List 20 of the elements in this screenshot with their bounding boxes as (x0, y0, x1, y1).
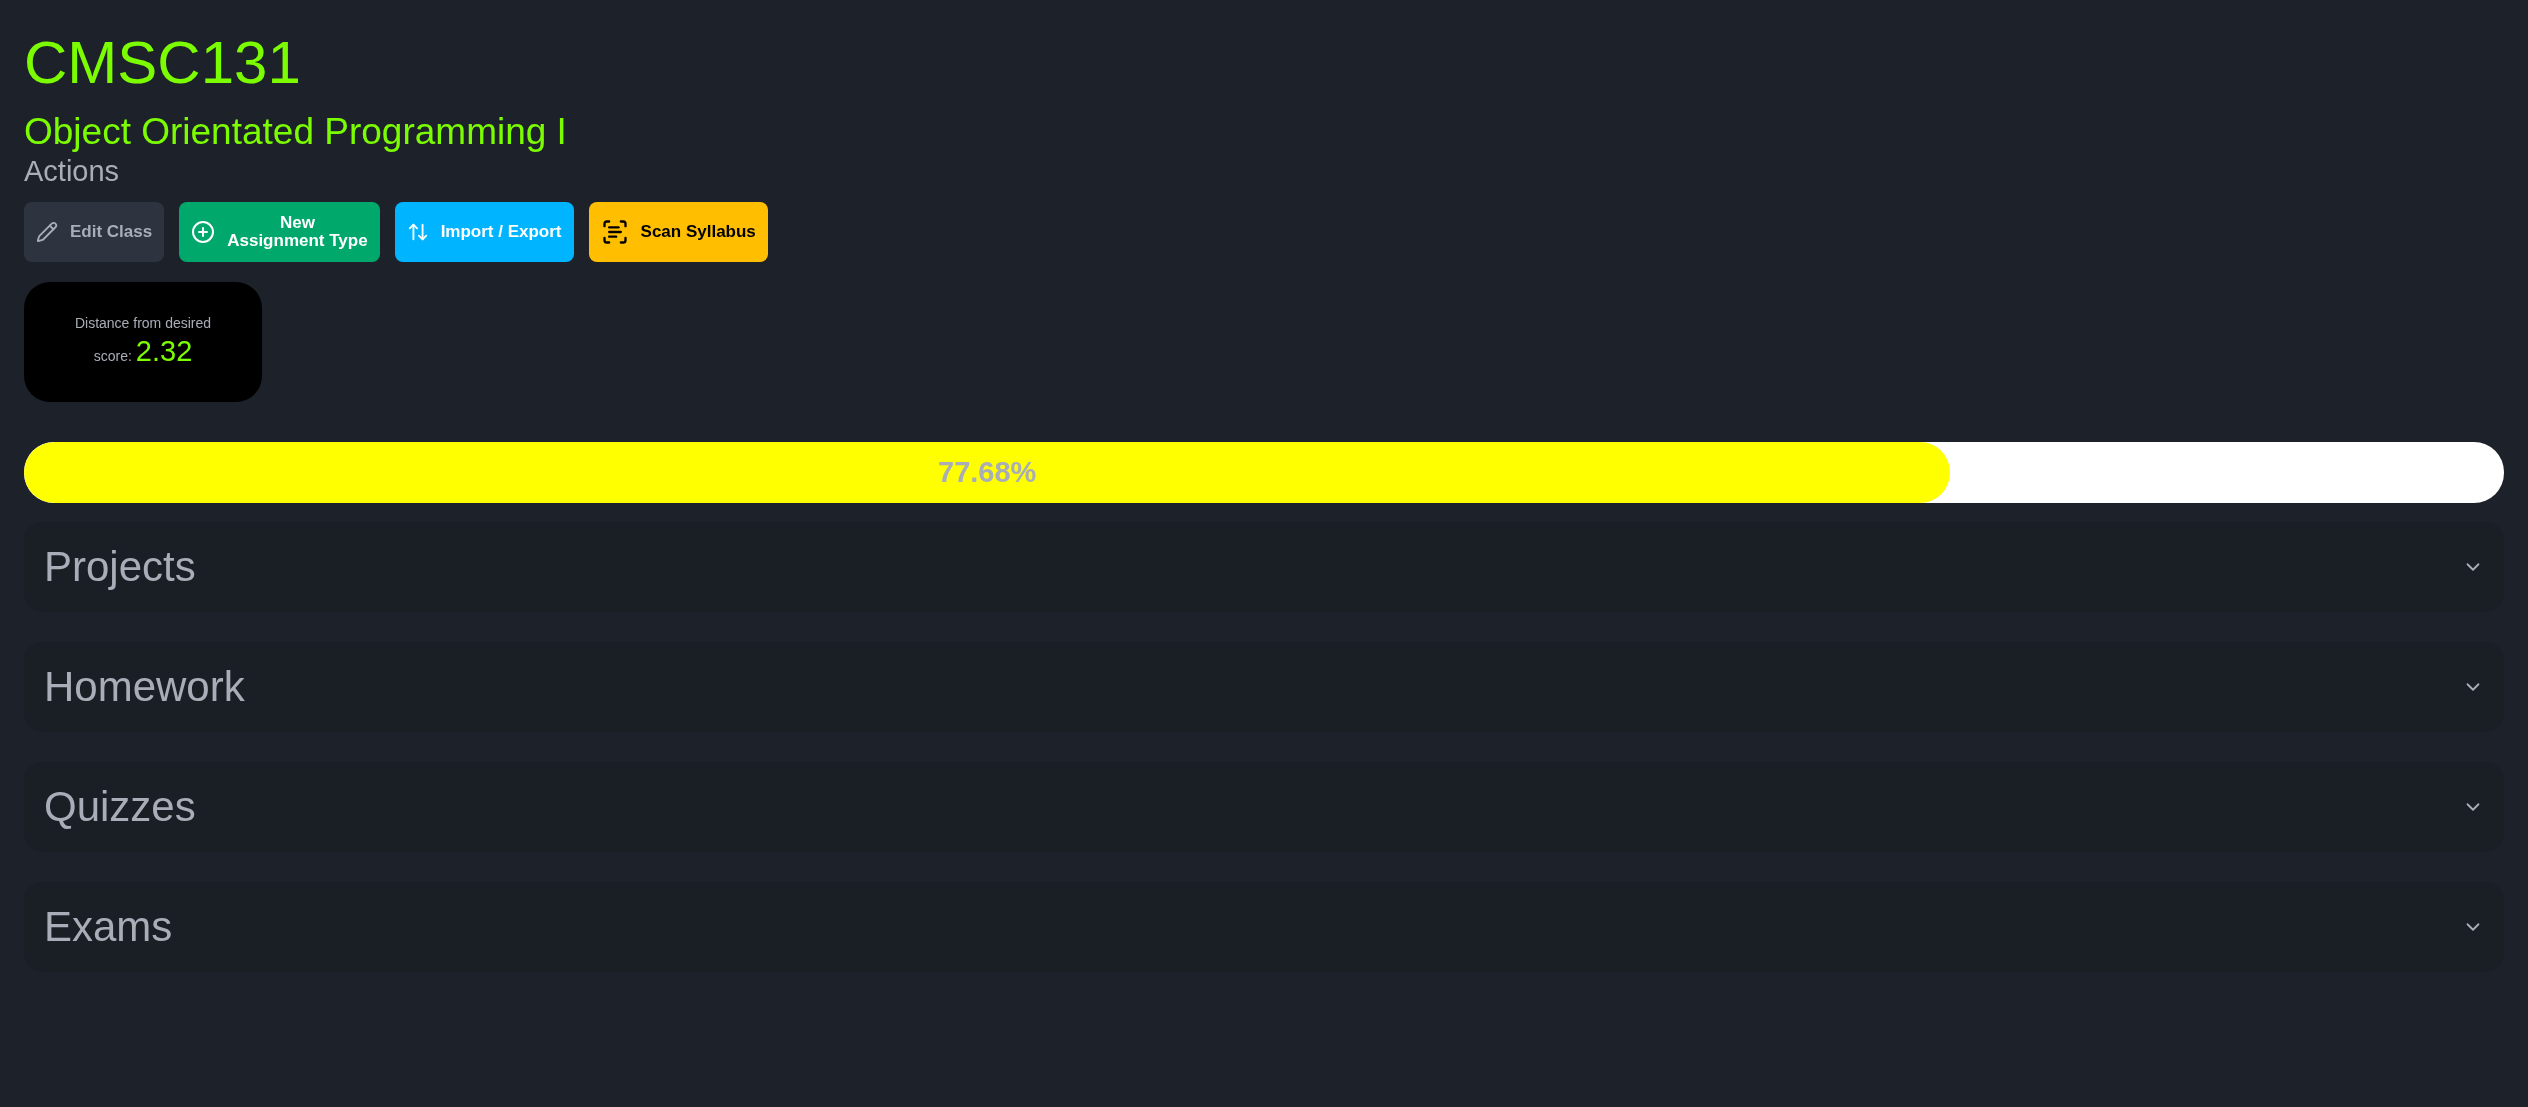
section-header[interactable]: Quizzes (24, 761, 2504, 852)
section-title: Quizzes (44, 782, 196, 831)
section-title: Projects (44, 542, 196, 591)
scan-button[interactable]: Scan Syllabus (588, 201, 768, 262)
progress-reading: 77.68% (938, 455, 1037, 489)
score-label: Distance from desired (74, 315, 212, 332)
pencil-icon (36, 220, 58, 243)
section-title: Exams (44, 902, 173, 951)
actions-label: Actions (24, 154, 121, 188)
section-title: Homework (44, 662, 245, 711)
course-name: Object Orientated Programming I (24, 112, 568, 153)
course-code: CMSC131 (24, 30, 302, 96)
scan-icon (600, 217, 629, 246)
section-header[interactable]: Exams (24, 881, 2504, 972)
plus-circle-icon (191, 219, 216, 244)
score-value: 2.32 (135, 335, 193, 369)
score-prefix: score: (93, 348, 132, 365)
section-header[interactable]: Homework (24, 641, 2504, 732)
section-header[interactable]: Projects (24, 521, 2504, 612)
edit-button[interactable]: Edit Class (24, 201, 165, 262)
